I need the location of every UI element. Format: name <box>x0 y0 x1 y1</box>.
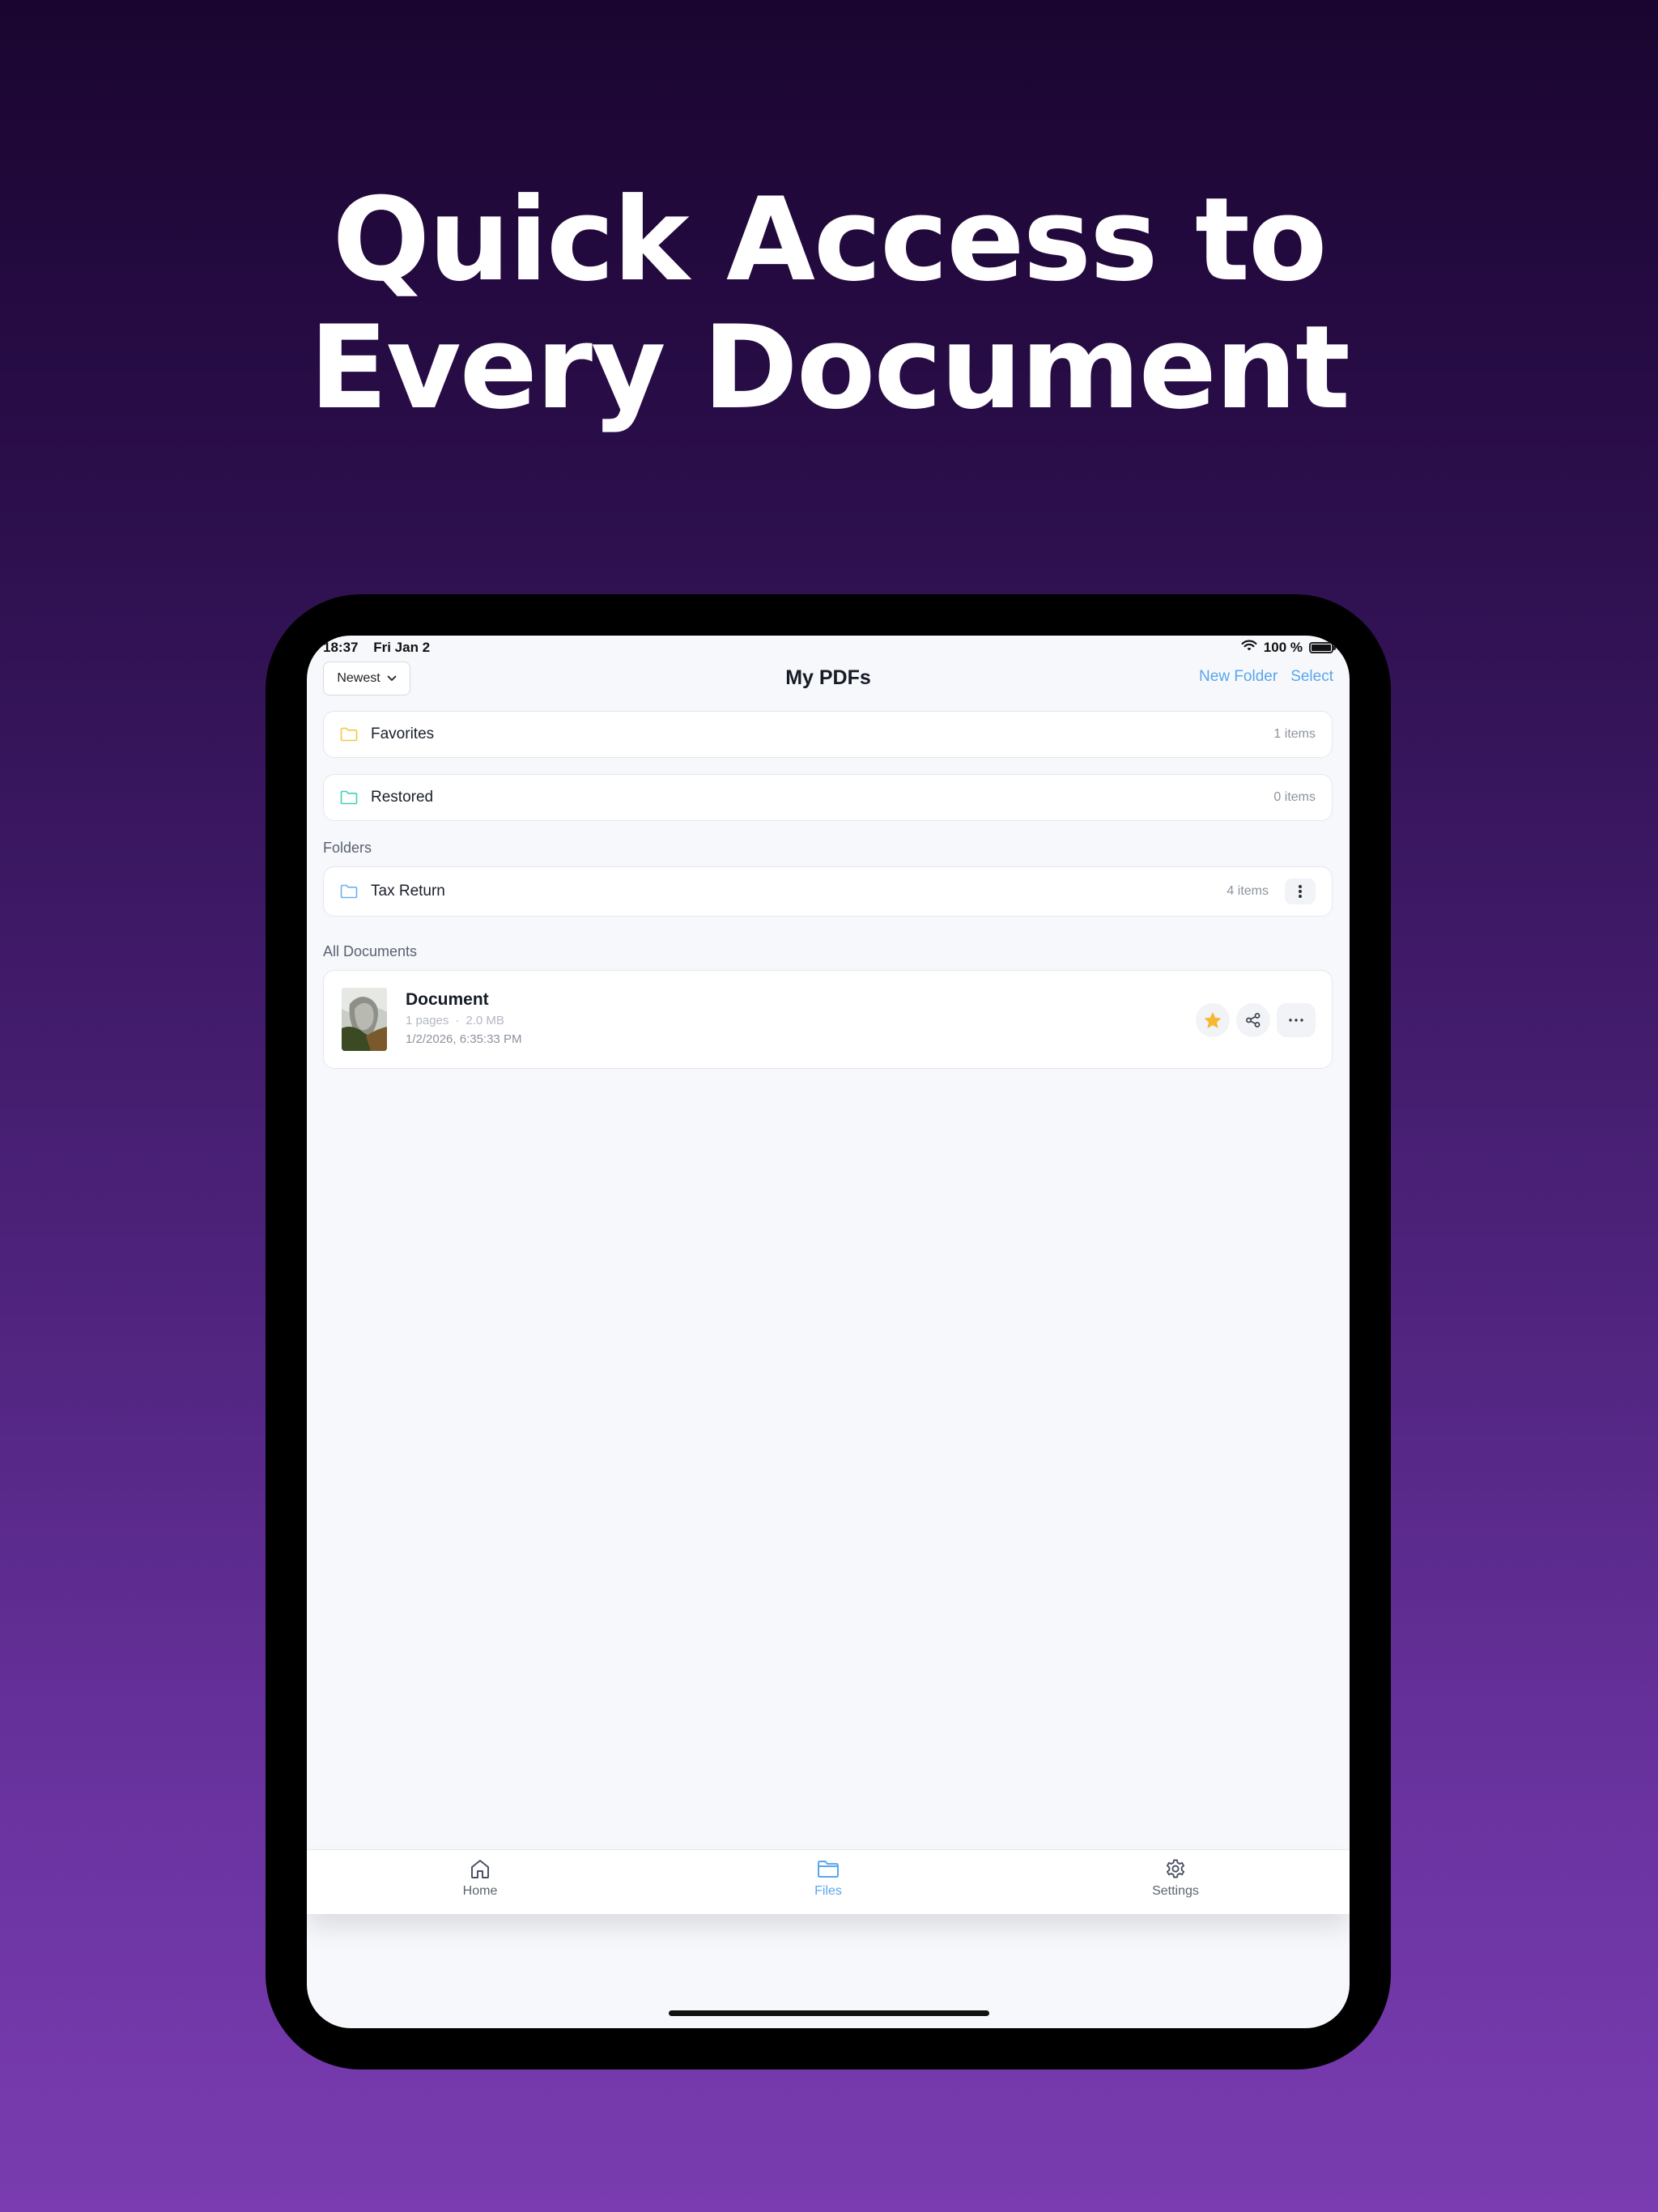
headline-line-1: Quick Access to <box>332 173 1328 307</box>
folder-icon <box>340 727 358 742</box>
headline: Quick Access to Every Document <box>0 177 1658 432</box>
tab-label: Home <box>462 1884 498 1898</box>
star-icon <box>1204 1012 1222 1028</box>
folder-count: 1 items <box>1273 727 1316 741</box>
restored-folder-row[interactable]: Restored 0 items <box>323 774 1333 821</box>
sort-dropdown[interactable]: Newest <box>323 661 410 696</box>
status-right: 100 % <box>1241 640 1336 656</box>
tab-settings[interactable]: Settings <box>1119 1857 1232 1899</box>
document-thumbnail <box>342 988 387 1051</box>
folder-icon <box>818 1861 839 1878</box>
documents-section-label: All Documents <box>323 943 418 959</box>
folder-name: Restored <box>371 789 434 806</box>
meta-separator: · <box>455 1014 460 1027</box>
page-title: My PDFs <box>785 666 871 689</box>
share-button[interactable] <box>1236 1003 1270 1037</box>
tab-label: Files <box>814 1884 842 1898</box>
folder-icon <box>340 790 358 805</box>
tab-label: Settings <box>1152 1884 1199 1898</box>
tablet-frame: 18:37 Fri Jan 2 100 % Newest My PDFs New… <box>266 594 1391 2069</box>
ellipsis-icon <box>1289 1019 1303 1022</box>
home-indicator <box>669 2010 989 2016</box>
battery-icon <box>1309 642 1336 653</box>
app-screen: 18:37 Fri Jan 2 100 % Newest My PDFs New… <box>307 636 1350 2028</box>
tab-files[interactable]: Files <box>772 1857 885 1899</box>
folder-row[interactable]: Tax Return 4 items <box>323 866 1333 917</box>
folder-count: 4 items <box>1226 884 1269 898</box>
new-folder-button[interactable]: New Folder <box>1199 668 1278 686</box>
folder-more-button[interactable] <box>1285 878 1316 904</box>
folder-icon <box>340 884 358 899</box>
favorites-folder-row[interactable]: Favorites 1 items <box>323 711 1333 758</box>
document-title: Document <box>406 990 489 1009</box>
document-meta: 1 pages · 2.0 MB <box>406 1014 504 1027</box>
chevron-down-icon <box>387 671 397 686</box>
tab-home[interactable]: Home <box>423 1857 537 1899</box>
kebab-icon <box>1299 885 1302 898</box>
share-icon <box>1246 1013 1261 1027</box>
status-left: 18:37 Fri Jan 2 <box>323 640 430 656</box>
document-more-button[interactable] <box>1277 1003 1316 1037</box>
status-time: 18:37 <box>323 640 359 655</box>
battery-percent: 100 % <box>1263 640 1303 655</box>
favorite-button[interactable] <box>1196 1003 1230 1037</box>
gear-icon <box>1166 1859 1185 1878</box>
wifi-icon <box>1241 640 1257 656</box>
tab-bar: Home Files Settings <box>307 1849 1350 1914</box>
folder-name: Favorites <box>371 725 435 742</box>
status-date: Fri Jan 2 <box>373 640 431 655</box>
document-row[interactable]: Document 1 pages · 2.0 MB 1/2/2026, 6:35:3… <box>323 970 1333 1069</box>
status-bar: 18:37 Fri Jan 2 100 % <box>307 636 1350 668</box>
sort-label: Newest <box>337 671 380 685</box>
folders-section-label: Folders <box>323 840 372 856</box>
folder-name: Tax Return <box>371 883 445 900</box>
home-icon <box>471 1860 489 1878</box>
select-button[interactable]: Select <box>1290 668 1333 686</box>
document-pages: 1 pages <box>406 1014 449 1027</box>
document-date: 1/2/2026, 6:35:33 PM <box>406 1032 522 1046</box>
folder-count: 0 items <box>1273 790 1316 804</box>
document-size: 2.0 MB <box>466 1014 504 1027</box>
headline-line-2: Every Document <box>309 301 1350 435</box>
nav-actions: New Folder Select <box>1199 668 1333 686</box>
document-actions <box>1196 1003 1316 1037</box>
